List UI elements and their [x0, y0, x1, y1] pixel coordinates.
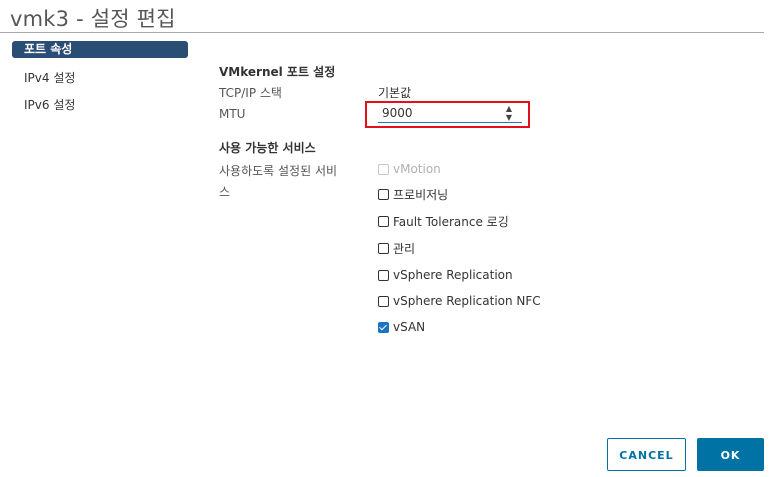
management-checkbox[interactable] — [378, 242, 389, 254]
provisioning-checkbox[interactable] — [378, 188, 389, 200]
nav-item-ipv4-settings[interactable]: IPv4 설정 — [12, 68, 188, 88]
service-vsphere-replication[interactable]: vSphere Replication — [378, 267, 513, 283]
vmotion-checkbox — [378, 163, 389, 175]
mtu-input[interactable] — [378, 104, 522, 123]
vmkernel-port-settings-heading: VMkernel 포트 설정 — [219, 65, 336, 79]
service-management[interactable]: 관리 — [378, 240, 415, 256]
vsphere-replication-nfc-label: vSphere Replication NFC — [393, 294, 541, 308]
mtu-stepper[interactable]: ▲ ▼ — [503, 104, 515, 122]
available-services-heading: 사용 가능한 서비스 — [219, 141, 316, 155]
vsphere-replication-nfc-checkbox[interactable] — [378, 295, 389, 307]
mtu-label: MTU — [219, 107, 246, 121]
ok-button[interactable]: OK — [697, 438, 764, 471]
service-vsphere-replication-nfc[interactable]: vSphere Replication NFC — [378, 293, 541, 309]
vsan-checkbox[interactable] — [378, 321, 389, 333]
settings-nav: 포트 속성 IPv4 설정 IPv6 설정 — [12, 41, 188, 122]
enabled-services-label-line1: 사용하도록 설정된 서비 — [219, 164, 338, 178]
stepper-down-icon[interactable]: ▼ — [503, 113, 515, 122]
vsan-label: vSAN — [393, 320, 426, 334]
vmotion-label: vMotion — [393, 162, 441, 176]
fault-tolerance-checkbox[interactable] — [378, 215, 389, 227]
service-fault-tolerance-logging[interactable]: Fault Tolerance 로깅 — [378, 213, 509, 229]
enabled-services-label-line2: 스 — [219, 185, 231, 199]
title-divider — [0, 32, 764, 33]
stepper-up-icon[interactable]: ▲ — [503, 104, 515, 113]
service-provisioning[interactable]: 프로비저닝 — [378, 186, 448, 202]
vsphere-replication-checkbox[interactable] — [378, 269, 389, 281]
cancel-button[interactable]: CANCEL — [607, 438, 686, 471]
tcpip-stack-value: 기본값 — [378, 86, 412, 100]
dialog-title: vmk3 - 설정 편집 — [10, 7, 176, 31]
service-vmotion: vMotion — [378, 161, 441, 177]
tcpip-stack-label: TCP/IP 스택 — [219, 86, 282, 100]
fault-tolerance-label: Fault Tolerance 로깅 — [393, 214, 509, 229]
management-label: 관리 — [393, 241, 416, 256]
provisioning-label: 프로비저닝 — [393, 187, 449, 202]
nav-item-ipv6-settings[interactable]: IPv6 설정 — [12, 95, 188, 115]
vsphere-replication-label: vSphere Replication — [393, 268, 513, 282]
service-vsan[interactable]: vSAN — [378, 319, 425, 335]
nav-item-port-properties[interactable]: 포트 속성 — [12, 41, 188, 58]
